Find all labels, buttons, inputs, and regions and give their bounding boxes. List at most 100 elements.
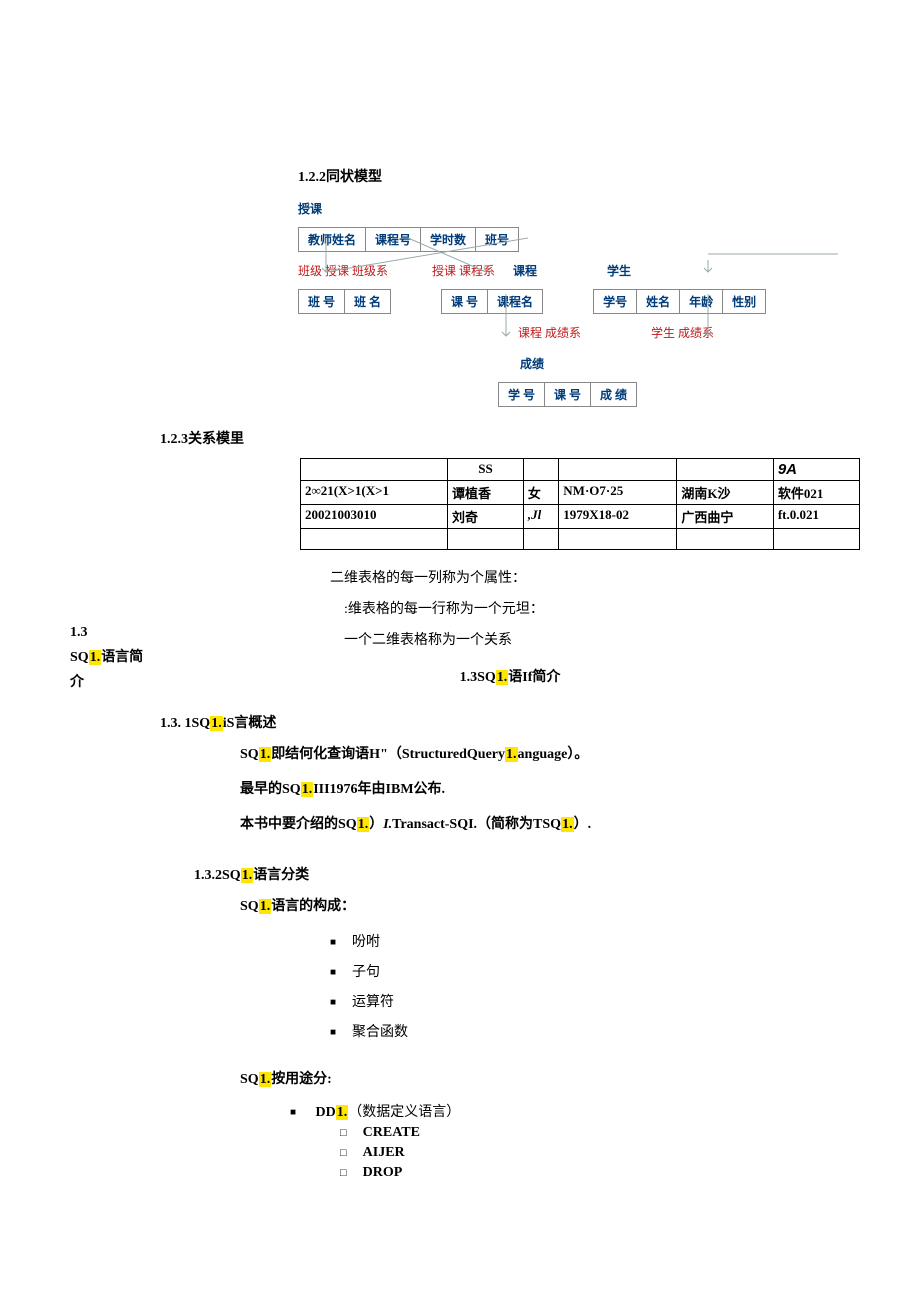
- text: III1976年由IBM公布.: [313, 782, 445, 797]
- highlight: 1.: [89, 650, 102, 665]
- cell: 湖南K沙: [677, 481, 773, 505]
- diagram-box-score: 学 号 课 号 成 绩: [498, 382, 637, 407]
- text: 按用途分:: [271, 1072, 332, 1087]
- cell: 学 号: [499, 383, 545, 406]
- text: 语言分类: [253, 868, 309, 883]
- highlight: 1.: [259, 747, 272, 762]
- cell: 成 绩: [591, 383, 636, 406]
- entity-label: 课程: [513, 262, 537, 279]
- text: 1.3: [70, 620, 150, 645]
- text: 语If简介: [508, 670, 560, 685]
- cell: [559, 529, 677, 550]
- cell: [773, 529, 859, 550]
- cell: 刘奇: [448, 505, 524, 529]
- cell: 9A: [773, 459, 859, 481]
- list-item: AIJER: [340, 1145, 870, 1161]
- cell: 2∞21(X>1(X>1: [301, 481, 448, 505]
- cell: 班号: [476, 228, 518, 251]
- cell: [677, 459, 773, 481]
- sidebar-section-label: 1.3 SQ1.语言简 介: [70, 620, 150, 696]
- ddl-sublist: CREATE AIJER DROP: [340, 1125, 870, 1181]
- cell: 课程名: [488, 290, 542, 313]
- list-item: DROP: [340, 1165, 870, 1181]
- cell: 学时数: [421, 228, 476, 251]
- cell: 年龄: [680, 290, 723, 313]
- cell: [559, 459, 677, 481]
- diagram-box-class: 班 号 班 名: [298, 289, 391, 314]
- cell: 课程号: [366, 228, 421, 251]
- entity-label: 学生: [607, 262, 631, 279]
- cell: ft.0.021: [773, 505, 859, 529]
- text: 介: [70, 670, 150, 695]
- cell: 姓名: [637, 290, 680, 313]
- entity-label: 成绩: [520, 355, 544, 372]
- table-row: 20021003010 刘奇 ,Jl 1979X18-02 广西曲宁 ft.0.…: [301, 505, 860, 529]
- cell: [523, 459, 558, 481]
- cell: 20021003010: [301, 505, 448, 529]
- text: ）: [369, 817, 383, 832]
- diagram-label-top: 授课: [298, 200, 322, 217]
- rel-label: 课程 成绩系: [518, 324, 581, 341]
- relation-table: SS 9A 2∞21(X>1(X>1 谭植香 女 NM·O7·25 湖南K沙 软…: [300, 458, 860, 550]
- para: SQ1.即结何化查询语H"（StructuredQuery1.anguage）。: [240, 742, 870, 769]
- note-line: 一个二维表格称为一个关系: [344, 626, 870, 657]
- highlight: 1.: [336, 1105, 349, 1120]
- text: SQ: [240, 899, 259, 914]
- heading-1-3: 1.3SQ1.语If简介: [150, 666, 870, 686]
- rel-label: 学生 成绩系: [651, 324, 714, 341]
- text: anguage）。: [518, 747, 589, 762]
- sql-usage-list: DD1.（数据定义语言） CREATE AIJER DROP: [290, 1101, 870, 1181]
- text: 1.3.2SQ: [194, 868, 241, 883]
- table-row: SS 9A: [301, 459, 860, 481]
- cell: 学号: [594, 290, 637, 313]
- text: I.: [383, 817, 392, 832]
- cell: [523, 529, 558, 550]
- network-model-diagram: 授课 教师姓名 课程号 学时数 班号 班级 授课 班级系 授课 课程系 课程 学…: [298, 194, 858, 394]
- highlight: 1.: [259, 899, 272, 914]
- text: SQ: [240, 747, 259, 762]
- para: SQ1.语言的构成：: [240, 894, 870, 921]
- highlight: 1.: [505, 747, 518, 762]
- cell: [301, 529, 448, 550]
- cell: SS: [448, 459, 524, 481]
- diagram-box-course: 课 号 课程名: [441, 289, 543, 314]
- highlight: 1.: [210, 716, 223, 731]
- note-line: :维表格的每一行称为一个元坦：: [344, 595, 870, 626]
- para: 本书中要介绍的SQ1.）I.Transact-SQI.（简称为TSQ1.）.: [240, 812, 870, 839]
- text: ）.: [574, 817, 592, 832]
- heading-1-2-3: 1.2.3关系模里: [160, 428, 870, 448]
- cell: [301, 459, 448, 481]
- cell: [448, 529, 524, 550]
- highlight: 1.: [357, 817, 370, 832]
- cell: 广西曲宁: [677, 505, 773, 529]
- cell: 1979X18-02: [559, 505, 677, 529]
- para: SQ1.按用途分:: [240, 1067, 870, 1094]
- cell: NM·O7·25: [559, 481, 677, 505]
- cell: 软件021: [773, 481, 859, 505]
- diagram-box-student: 学号 姓名 年龄 性别: [593, 289, 766, 314]
- list-item: DD1.（数据定义语言） CREATE AIJER DROP: [290, 1101, 870, 1181]
- list-item: 吩咐: [330, 931, 870, 951]
- cell: 课 号: [545, 383, 591, 406]
- list-item: CREATE: [340, 1125, 870, 1141]
- cell: 谭植香: [448, 481, 524, 505]
- highlight: 1.: [496, 670, 509, 685]
- text: 本书中要介绍的SQ: [240, 817, 357, 832]
- list-item: 运算符: [330, 991, 870, 1011]
- text: iS言概述: [223, 716, 277, 731]
- cell: 性别: [723, 290, 765, 313]
- list-item: 聚合函数: [330, 1021, 870, 1041]
- text: Transact-SQI.（简称为TSQ: [392, 817, 561, 832]
- cell: ,Jl: [523, 505, 558, 529]
- sql-components-list: 吩咐 子句 运算符 聚合函数: [330, 931, 870, 1041]
- highlight: 1.: [561, 817, 574, 832]
- cell: 教师姓名: [299, 228, 366, 251]
- heading-1-2-2: 1.2.2同状模型: [298, 166, 870, 186]
- text: SQ: [240, 1072, 259, 1087]
- text: 1.3SQ: [460, 670, 496, 685]
- table-row: [301, 529, 860, 550]
- rel-label: 授课 课程系: [432, 262, 495, 279]
- heading-1-3-2: 1.3.2SQ1.语言分类: [194, 864, 870, 884]
- text: 语言的构成：: [271, 899, 355, 914]
- heading-1-3-1: 1.3. 1SQ1.iS言概述: [160, 712, 870, 732]
